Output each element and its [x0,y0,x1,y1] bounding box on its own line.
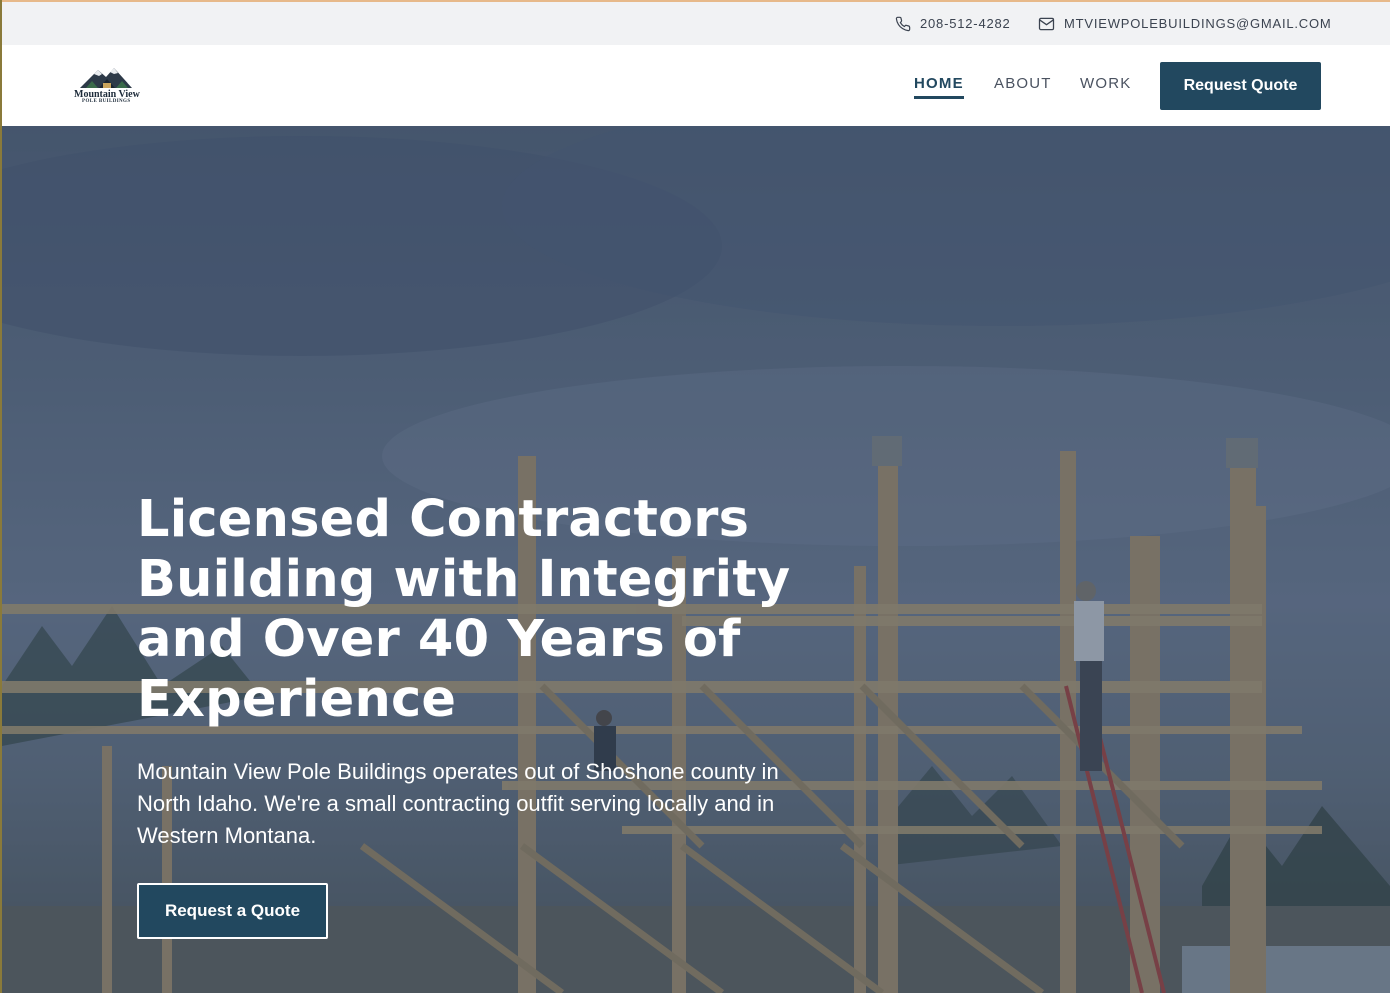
window-edge-top [0,0,1390,2]
hero-heading: Licensed Contractors Building with Integ… [137,490,791,729]
phone-link[interactable]: 208-512-4282 [895,2,1011,45]
email-link[interactable]: MTVIEWPOLEBUILDINGS@GMAIL.COM [1038,2,1332,45]
page: 208-512-4282 MTVIEWPOLEBUILDINGS@GMAIL.C… [0,0,1390,993]
window-edge-left [0,0,2,993]
nav-home[interactable]: HOME [914,75,964,99]
main-nav: Mountain View POLE BUILDINGS HOME ABOUT … [2,45,1390,126]
hero-section: Licensed Contractors Building with Integ… [2,126,1390,993]
phone-icon [895,16,911,32]
site-logo[interactable]: Mountain View POLE BUILDINGS [72,64,142,108]
request-quote-button[interactable]: Request Quote [1160,62,1321,110]
nav-about[interactable]: ABOUT [994,75,1052,92]
nav-work[interactable]: WORK [1080,75,1131,92]
request-a-quote-button[interactable]: Request a Quote [137,883,328,939]
brand-tagline: POLE BUILDINGS [82,99,131,104]
email-address: MTVIEWPOLEBUILDINGS@GMAIL.COM [1064,16,1332,31]
mail-icon [1038,17,1055,31]
phone-number: 208-512-4282 [920,16,1011,31]
contact-bar: 208-512-4282 MTVIEWPOLEBUILDINGS@GMAIL.C… [2,2,1390,45]
hero-description: Mountain View Pole Buildings operates ou… [137,759,779,848]
